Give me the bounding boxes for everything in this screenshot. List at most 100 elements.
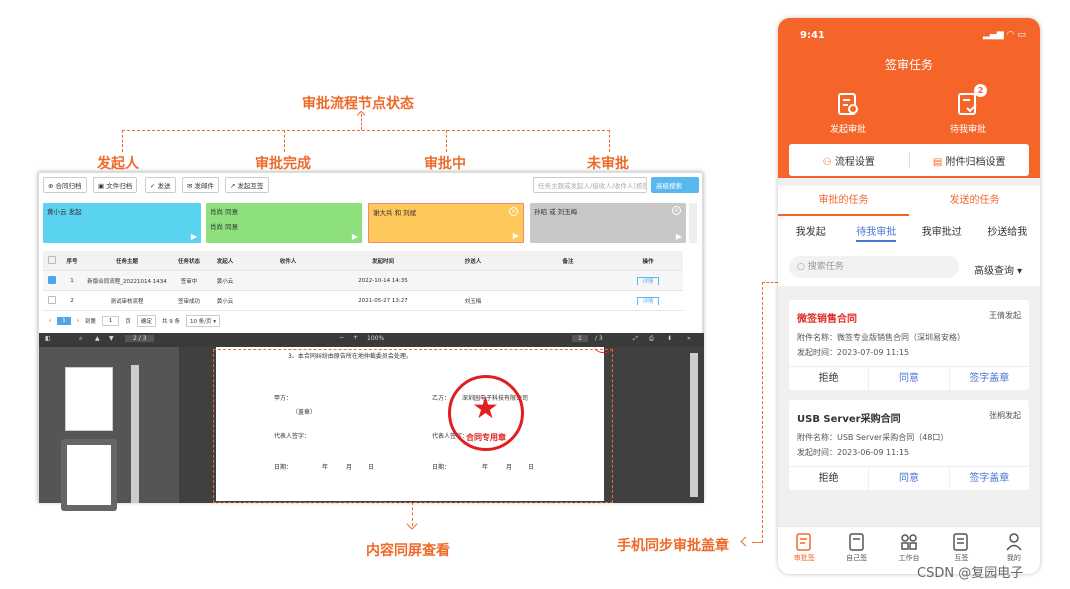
search-icon[interactable]: ⌕ xyxy=(79,335,82,343)
node-title: 黄小云 发起 xyxy=(47,208,82,216)
task-search-input[interactable]: ○ 搜索任务 xyxy=(789,256,959,278)
scrollbar[interactable] xyxy=(689,203,697,243)
document-scrollbar[interactable] xyxy=(690,353,698,497)
confirm-button[interactable]: 确定 xyxy=(136,315,156,327)
desktop-app-window: ⊕ 合同归档 ▣ 文件归档 ✓ 发送 ✉ 发邮件 ↗ 发起互签 任务主题或发起人… xyxy=(38,172,704,511)
action-label: 发起审批 xyxy=(829,125,866,135)
tab-approved[interactable]: 我审批过 xyxy=(909,216,975,250)
archive-icon: ▤ xyxy=(932,156,943,168)
zoom-level[interactable]: 100% xyxy=(367,335,384,342)
reject-button[interactable]: 拒绝 xyxy=(789,467,868,490)
col-time[interactable]: 发起时间 xyxy=(333,257,433,265)
arrow-up-icon[interactable]: ▲ xyxy=(95,335,100,342)
goto-label: 到第 xyxy=(84,319,96,325)
task-initiator: 王倩发起 xyxy=(989,311,1021,320)
sidebar-toggle-icon[interactable]: ◧ xyxy=(45,335,51,342)
table-row[interactable]: 2 测试审核流程 签审成功 黄小云 2021-05-27 13:27 刘玉梅 详… xyxy=(43,291,683,311)
task-card[interactable]: USB Server采购合同 张桐发起 附件名称：USB Server采购合同（… xyxy=(789,400,1029,490)
archive-settings-button[interactable]: ▤ 附件归档设置 xyxy=(910,153,1030,168)
flow-settings-button[interactable]: ⚇ 流程设置 xyxy=(789,153,909,168)
zoom-in-icon[interactable]: + xyxy=(353,334,358,341)
node-title: 肖尚 同意 xyxy=(210,208,239,216)
page-button[interactable]: 1 xyxy=(57,317,71,325)
flow-node-pending[interactable]: 孙昭 或 刘玉梅 × ▶ xyxy=(530,203,686,243)
tab-approval-tasks[interactable]: 审批的任务 xyxy=(778,186,909,216)
more-icon[interactable]: » xyxy=(687,335,691,342)
close-circle-icon[interactable]: × xyxy=(509,207,518,216)
print-icon[interactable]: ⎙ xyxy=(649,335,654,343)
send-email-button[interactable]: ✉ 发邮件 xyxy=(182,177,220,193)
select-all-checkbox[interactable] xyxy=(48,255,56,264)
placeholder: 搜索任务 xyxy=(807,262,844,272)
thumbnail-scrollbar[interactable] xyxy=(131,365,139,503)
table-row[interactable]: 1 新版合同流程_20221014 1434 签审中 黄小云 2022-10-1… xyxy=(43,271,683,291)
connector xyxy=(284,130,285,152)
nav-self-sign[interactable]: 自己签 xyxy=(830,527,882,574)
tab-sent-tasks[interactable]: 发送的任务 xyxy=(909,186,1040,216)
flow-node-initiator[interactable]: 黄小云 发起 ▶ xyxy=(43,203,201,243)
start-cosign-button[interactable]: ↗ 发起互签 xyxy=(225,177,269,193)
arrow-down-icon[interactable]: ▼ xyxy=(109,335,114,342)
detail-button[interactable]: 详情 xyxy=(637,276,659,285)
approve-button[interactable]: 同意 xyxy=(868,367,950,390)
label: 文件归档 xyxy=(106,182,133,190)
advanced-query-button[interactable]: 高级查询 ▾ xyxy=(974,262,1022,277)
play-icon: ▶ xyxy=(351,232,358,241)
cell: 黄小云 xyxy=(216,278,234,285)
page-thumbnail[interactable] xyxy=(65,367,113,431)
flow-node-inprogress[interactable]: 谢大兵 和 刘斌 × ▶ xyxy=(368,203,524,243)
status-time: 9:41 xyxy=(800,30,825,41)
page-size-select[interactable]: 10 条/页 ▾ xyxy=(185,315,221,327)
pending-approval-button[interactable]: 待我审批 2 xyxy=(938,84,998,135)
start-approval-button[interactable]: 发起审批 xyxy=(818,92,878,135)
sign-seal-button[interactable]: 签字盖章 xyxy=(950,367,1029,390)
page-thumbnail-selected[interactable] xyxy=(61,439,117,511)
task-card[interactable]: 微签销售合同 王倩发起 附件名称：微签专业版销售合同（深圳易安格） 发起时间：2… xyxy=(789,300,1029,390)
close-circle-icon[interactable]: × xyxy=(672,206,681,215)
task-time: 发起时间：2023-06-09 11:15 xyxy=(797,448,910,457)
flow-node-done[interactable]: 肖尚 同意 肖尚 同意 ▶ xyxy=(206,203,362,243)
initiator-label: 发起人 xyxy=(97,156,139,172)
document-icon xyxy=(848,533,864,551)
page-input[interactable]: 1 xyxy=(101,316,120,326)
row-checkbox[interactable] xyxy=(48,295,56,304)
task-search-input[interactable]: 任务主题或发起人/接收人/收件人[按回车] xyxy=(533,177,647,193)
mobile-app: 9:41 ▂▄▆ ◠ ▭ 签审任务 发起审批 待我审批 2 ⚇ 流程设置 ▤ 附… xyxy=(778,18,1040,574)
nav-label: 审批签 xyxy=(793,554,815,562)
nav-label: 自己签 xyxy=(846,554,868,562)
page-unit-label: 页 xyxy=(125,319,131,325)
fullscreen-icon[interactable]: ⤢ xyxy=(633,335,638,343)
zoom-out-icon[interactable]: − xyxy=(339,334,344,341)
col-subject[interactable]: 任务主题 xyxy=(83,257,171,265)
file-archive-button[interactable]: ▣ 文件归档 xyxy=(93,177,138,193)
download-icon[interactable]: ⬇ xyxy=(667,335,672,342)
prev-page-icon[interactable]: ‹ xyxy=(49,318,51,324)
send-button[interactable]: ✓ 发送 xyxy=(145,177,176,193)
label: 流程设置 xyxy=(834,156,875,168)
tab-cc-me[interactable]: 抄送给我 xyxy=(975,216,1041,250)
col-cc: 抄送人 xyxy=(464,258,482,265)
tab-pending-me[interactable]: 待我审批 xyxy=(844,216,910,250)
page-number-input[interactable]: 1 xyxy=(572,335,588,342)
document-edit-icon xyxy=(838,93,858,115)
contract-archive-button[interactable]: ⊕ 合同归档 xyxy=(43,177,87,193)
node-sub: 肖尚 同意 xyxy=(210,223,239,231)
total-label: 共 9 条 xyxy=(161,319,180,325)
play-icon: ▶ xyxy=(512,231,519,240)
page-indicator[interactable]: 2 / 3 xyxy=(125,335,155,342)
tab-my-initiated[interactable]: 我发起 xyxy=(778,216,844,250)
task-time: 发起时间：2023-07-09 11:15 xyxy=(797,348,910,357)
count-badge: 2 xyxy=(974,84,987,97)
detail-button[interactable]: 详情 xyxy=(637,296,659,305)
reject-button[interactable]: 拒绝 xyxy=(789,367,868,390)
row-checkbox[interactable] xyxy=(48,275,56,284)
approve-button[interactable]: 同意 xyxy=(868,467,950,490)
advanced-search-button[interactable]: 高级搜索 xyxy=(651,177,699,193)
col-no: 序号 xyxy=(66,258,78,265)
sign-seal-button[interactable]: 签字盖章 xyxy=(950,467,1029,490)
next-page-icon[interactable]: › xyxy=(77,318,79,324)
cell: 刘玉梅 xyxy=(464,298,482,305)
nav-approval[interactable]: 审批签 xyxy=(778,527,830,574)
search-row: ○ 搜索任务 高级查询 ▾ xyxy=(778,250,1040,286)
label: 待我审批 xyxy=(856,227,897,242)
